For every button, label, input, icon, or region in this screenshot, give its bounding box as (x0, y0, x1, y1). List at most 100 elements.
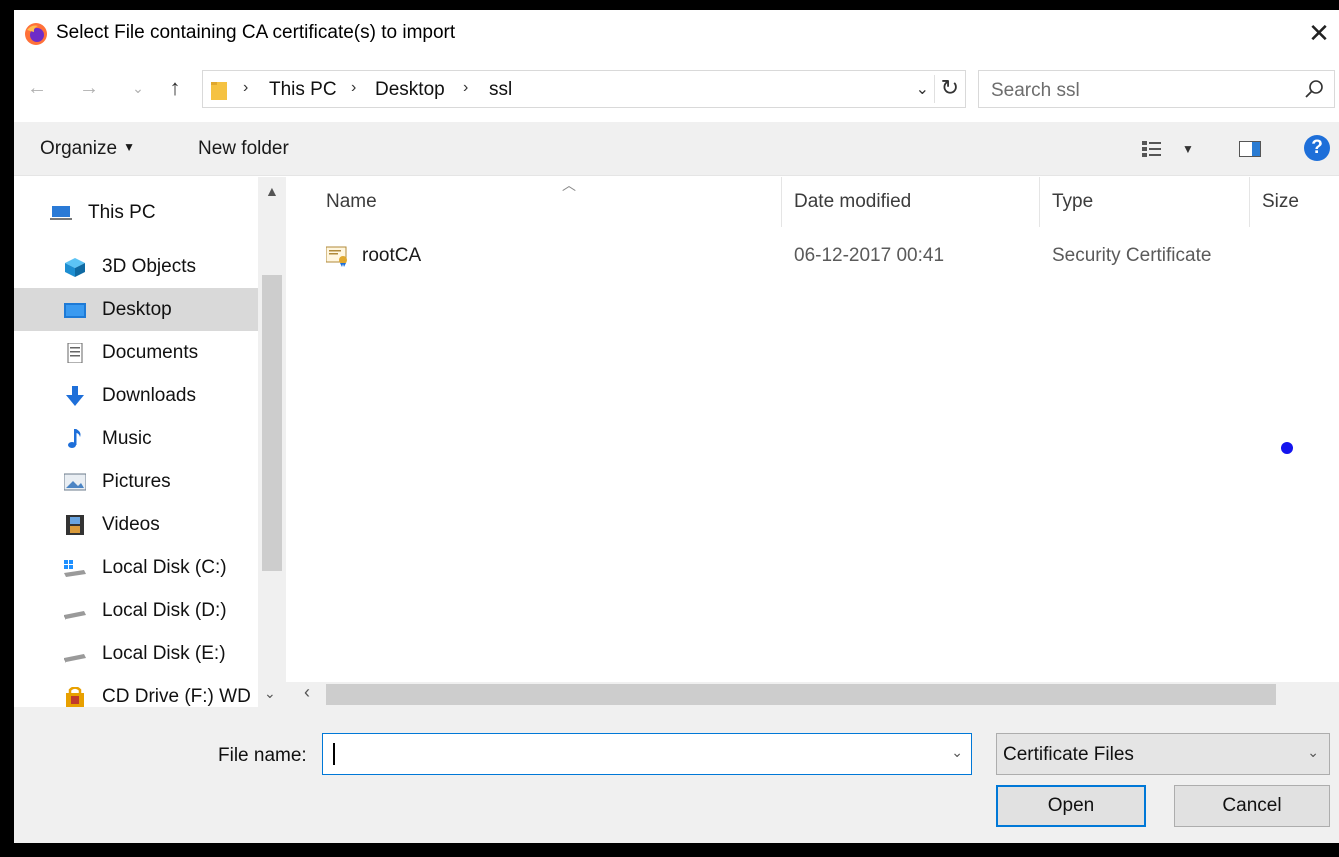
organize-menu[interactable]: Organize ▼ (40, 138, 135, 160)
sidebar-item-label: Pictures (102, 471, 171, 492)
drive-icon (64, 611, 86, 620)
breadcrumb-desktop[interactable]: Desktop (375, 79, 445, 101)
file-open-dialog: Select File containing CA certificate(s)… (14, 10, 1339, 853)
drive-icon (64, 654, 86, 663)
address-dropdown-icon[interactable]: ⌄ (916, 79, 929, 99)
sidebar-item-desktop[interactable]: Desktop (14, 288, 258, 331)
column-label: Date modified (794, 191, 912, 212)
cd-drive-lock-icon (66, 687, 84, 707)
music-note-icon (68, 429, 81, 448)
window-title: Select File containing CA certificate(s)… (56, 22, 456, 43)
chevron-down-icon: ⌄ (1307, 744, 1319, 760)
navigation-bar: ← → ⌄ ↑ › This PC › Desktop › ssl ⌄ ↻ Se… (14, 66, 1339, 112)
film-icon (66, 515, 84, 535)
new-folder-button[interactable]: New folder (198, 138, 289, 160)
forward-button[interactable]: → (76, 72, 102, 104)
sidebar-item-local-disk-d[interactable]: Local Disk (D:) (14, 589, 258, 632)
horizontal-scrollbar[interactable]: ‹ (286, 682, 1339, 707)
breadcrumb-separator: › (463, 79, 469, 96)
title-bar: Select File containing CA certificate(s)… (14, 10, 1339, 56)
file-type-value: Certificate Files (1003, 744, 1134, 765)
column-header-size[interactable]: Size (1250, 177, 1339, 227)
scroll-up-icon[interactable]: ▲ (265, 183, 279, 199)
sidebar-item-local-disk-e[interactable]: Local Disk (E:) (14, 632, 258, 675)
help-icon[interactable]: ? (1304, 135, 1330, 161)
column-header-name[interactable]: Name ︿ (314, 177, 782, 227)
command-bar: Organize ▼ New folder ▼ ? (14, 122, 1339, 176)
file-name-dropdown-icon[interactable]: ⌄ (951, 744, 963, 761)
sidebar-item-music[interactable]: Music (14, 417, 258, 460)
desktop-icon (64, 303, 86, 318)
scrollbar-thumb[interactable] (262, 275, 282, 571)
sidebar-item-pictures[interactable]: Pictures (14, 460, 258, 503)
column-header-date-modified[interactable]: Date modified (782, 177, 1040, 227)
sort-ascending-icon: ︿ (562, 177, 576, 193)
column-header-type[interactable]: Type (1040, 177, 1250, 227)
file-type-select[interactable]: Certificate Files ⌄ (996, 733, 1330, 775)
file-list: Name ︿ Date modified Type Size rootCA 06… (286, 177, 1339, 707)
breadcrumb-this-pc[interactable]: This PC (269, 79, 337, 101)
search-icon[interactable] (1304, 79, 1324, 99)
sidebar-item-label: Desktop (102, 299, 172, 320)
text-caret (333, 743, 335, 765)
search-box[interactable]: Search ssl (978, 70, 1335, 108)
sidebar-item-3d-objects[interactable]: 3D Objects (14, 245, 258, 288)
file-name-label: File name: (218, 745, 307, 766)
sidebar-item-label: Local Disk (E:) (102, 643, 226, 664)
sidebar-item-label: Documents (102, 342, 199, 363)
certificate-icon (326, 246, 347, 267)
file-row[interactable]: rootCA 06-12-2017 00:41 Security Certifi… (286, 235, 1339, 275)
recent-locations-button[interactable]: ⌄ (128, 72, 148, 104)
caret-down-icon: ▼ (123, 140, 135, 154)
file-type: Security Certificate (1052, 245, 1212, 266)
close-button[interactable]: ✕ (1299, 16, 1339, 50)
sidebar-item-label: Videos (102, 514, 160, 535)
file-name: rootCA (362, 245, 422, 266)
refresh-icon[interactable]: ↻ (941, 75, 959, 101)
view-caret-icon[interactable]: ▼ (1182, 142, 1194, 156)
view-options-icon[interactable] (1142, 140, 1162, 158)
up-button[interactable]: ↑ (162, 72, 188, 104)
sidebar-item-downloads[interactable]: Downloads (14, 374, 258, 417)
cube-icon (65, 258, 85, 277)
sidebar-item-label: Downloads (102, 385, 196, 406)
pictures-icon (64, 473, 86, 491)
document-icon (67, 343, 83, 363)
preview-pane-icon[interactable] (1239, 141, 1261, 157)
organize-label: Organize (40, 138, 118, 159)
folder-icon (211, 82, 227, 100)
address-bar[interactable]: › This PC › Desktop › ssl ⌄ ↻ (202, 70, 966, 108)
sidebar-item-videos[interactable]: Videos (14, 503, 258, 546)
sidebar-item-local-disk-c[interactable]: Local Disk (C:) (14, 546, 258, 589)
sidebar-item-label: Music (102, 428, 152, 449)
navigation-pane-scrollbar[interactable]: ▲ ⌄ (258, 177, 286, 707)
scroll-down-icon[interactable]: ⌄ (264, 685, 276, 702)
navigation-pane: This PC 3D Objects Desktop Documents Dow… (14, 177, 286, 707)
breadcrumb-separator: › (243, 79, 249, 96)
column-label: Type (1052, 191, 1094, 212)
cancel-button[interactable]: Cancel (1174, 785, 1330, 827)
file-date-modified: 06-12-2017 00:41 (794, 245, 945, 266)
sidebar-item-label: CD Drive (F:) WD (102, 686, 251, 707)
computer-icon (50, 206, 72, 220)
column-label: Name (326, 191, 377, 212)
breadcrumb-separator: › (351, 79, 357, 96)
sidebar-item-documents[interactable]: Documents (14, 331, 258, 374)
sidebar-item-label: Local Disk (D:) (102, 600, 227, 621)
address-divider (934, 75, 935, 103)
sidebar-item-label: 3D Objects (102, 256, 196, 277)
windows-drive-icon (64, 560, 86, 577)
file-name-input[interactable]: ⌄ (322, 733, 972, 775)
breadcrumb-ssl[interactable]: ssl (489, 79, 512, 101)
scrollbar-thumb[interactable] (326, 684, 1276, 705)
column-label: Size (1262, 191, 1299, 212)
sidebar-item-label: Local Disk (C:) (102, 557, 227, 578)
open-button[interactable]: Open (996, 785, 1146, 827)
dialog-footer: File name: ⌄ Certificate Files ⌄ Open Ca… (14, 707, 1339, 853)
search-placeholder: Search ssl (991, 80, 1080, 101)
firefox-icon (25, 23, 47, 45)
scroll-left-icon[interactable]: ‹ (304, 682, 310, 703)
cursor-dot-marker (1281, 442, 1293, 454)
sidebar-item-this-pc[interactable]: This PC (14, 191, 258, 234)
back-button[interactable]: ← (24, 72, 50, 104)
